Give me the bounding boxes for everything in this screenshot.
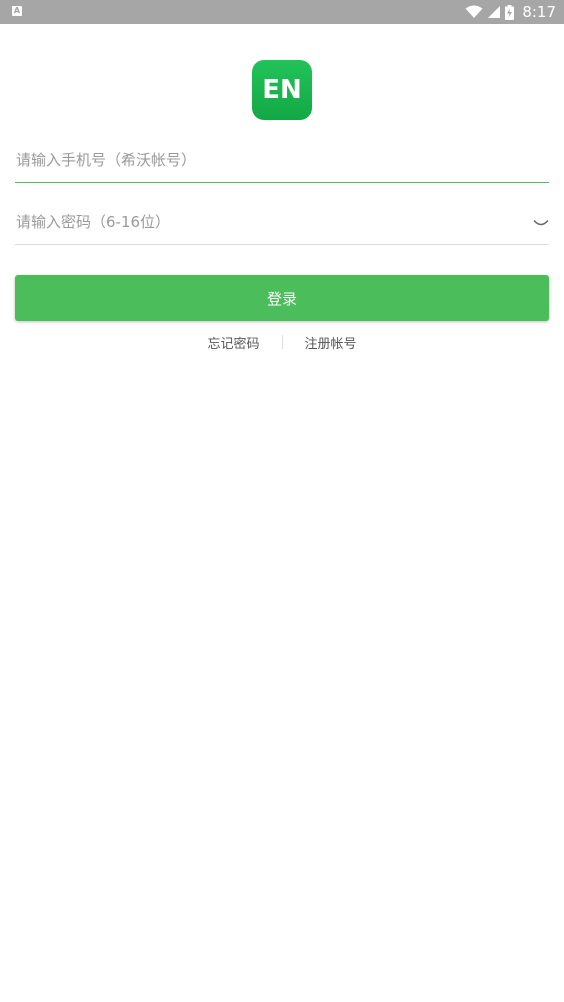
forgot-password-link[interactable]: 忘记密码 bbox=[207, 333, 259, 352]
status-bar: A 8:17 bbox=[0, 0, 564, 24]
wifi-icon bbox=[465, 5, 483, 18]
a-icon: A bbox=[12, 6, 22, 16]
phone-field bbox=[15, 142, 550, 183]
password-field bbox=[15, 204, 549, 245]
link-divider bbox=[281, 335, 283, 349]
system-icons: 8:17 bbox=[465, 0, 556, 24]
auth-links: 忘记密码 注册帐号 bbox=[0, 332, 564, 352]
app-logo: EN bbox=[252, 60, 312, 120]
register-link[interactable]: 注册帐号 bbox=[305, 333, 357, 352]
logo-text: EN bbox=[262, 75, 302, 105]
signal-icon bbox=[488, 6, 501, 18]
phone-input[interactable] bbox=[15, 142, 550, 178]
login-button-label: 登录 bbox=[266, 289, 297, 308]
battery-charging-icon bbox=[505, 4, 515, 20]
status-time: 8:17 bbox=[522, 3, 556, 21]
password-input[interactable] bbox=[15, 204, 516, 240]
eye-closed-icon[interactable] bbox=[533, 218, 549, 228]
notification-area: A bbox=[12, 6, 22, 16]
login-button[interactable]: 登录 bbox=[15, 275, 549, 321]
